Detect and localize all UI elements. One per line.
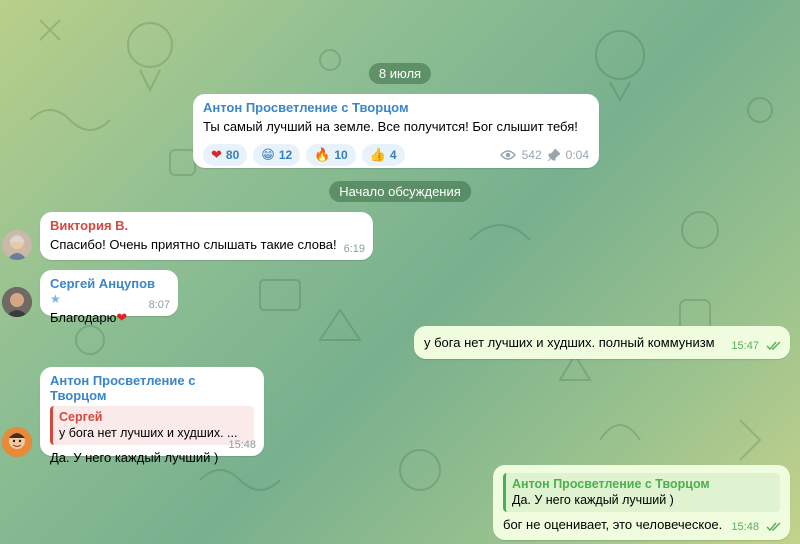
message-text: Спасибо! Очень приятно слышать такие сло… xyxy=(50,237,337,252)
sender-name: Сергей Анцупов xyxy=(50,276,156,291)
avatar-sergey[interactable] xyxy=(2,287,32,317)
post-time: 0:04 xyxy=(565,148,589,162)
message-text: Благодарю❤ xyxy=(50,309,168,327)
reaction-count: 12 xyxy=(278,148,293,162)
channel-post-text: Ты самый лучший на земле. Все получится!… xyxy=(203,119,578,134)
avatar-viktoria[interactable] xyxy=(2,230,32,260)
thumbs-up-emoji-icon: 👍 xyxy=(369,147,386,162)
channel-post[interactable]: Антон Просветление с Творцом Ты самый лу… xyxy=(193,94,599,168)
message-sergey[interactable]: Сергей Анцупов ★ Благодарю❤ 8:07 xyxy=(40,270,178,325)
message-time: 15:47 xyxy=(731,340,782,352)
reply-quote[interactable]: Антон Просветление с Творцом Да. У него … xyxy=(503,473,780,512)
message-text: у бога нет лучших и худших. полный комму… xyxy=(424,335,715,350)
date-separator: 8 июля xyxy=(368,63,432,84)
double-check-icon xyxy=(766,341,781,351)
message-viktoria[interactable]: Виктория В. Спасибо! Очень приятно слыша… xyxy=(40,212,373,260)
reply-sender: Антон Просветление с Творцом xyxy=(512,477,710,491)
message-text-content: Благодарю xyxy=(50,310,117,325)
discussion-start-separator: Начало обсуждения xyxy=(329,181,471,202)
reaction-count: 10 xyxy=(334,148,348,162)
message-time: 8:07 xyxy=(148,299,170,311)
time-text: 15:47 xyxy=(731,340,759,352)
reaction-count: 80 xyxy=(225,148,240,162)
eye-icon xyxy=(499,150,516,160)
message-sender[interactable]: Виктория В. xyxy=(50,218,363,233)
post-meta: 542 0:04 xyxy=(499,148,589,162)
views-count: 542 xyxy=(521,148,542,162)
message-time: 15:48 xyxy=(228,439,256,451)
channel-post-sender[interactable]: Антон Просветление с Творцом xyxy=(203,100,589,115)
heart-emoji-icon: ❤ xyxy=(116,310,128,325)
reaction-thumbs-up[interactable]: 👍 4 xyxy=(361,144,405,166)
reply-text: Да. У него каждый лучший ) xyxy=(512,493,674,507)
message-text: Да. У него каждый лучший ) xyxy=(50,450,219,465)
outgoing-message-reply[interactable]: Антон Просветление с Творцом Да. У него … xyxy=(493,465,790,540)
reaction-count: 4 xyxy=(389,148,397,162)
double-check-icon xyxy=(766,522,781,532)
reply-text: у бога нет лучших и худших. ... xyxy=(59,426,238,440)
outgoing-message[interactable]: у бога нет лучших и худших. полный комму… xyxy=(414,326,790,359)
time-text: 15:48 xyxy=(731,521,759,533)
message-time: 6:19 xyxy=(343,243,365,255)
reaction-fire[interactable]: 🔥 10 xyxy=(306,144,356,166)
reaction-grin[interactable]: 😁 12 xyxy=(253,144,301,166)
fire-emoji-icon: 🔥 xyxy=(314,147,331,162)
message-time: 15:48 xyxy=(731,521,782,533)
heart-emoji-icon: ❤ xyxy=(211,147,222,162)
pin-icon xyxy=(547,149,560,161)
reply-quote[interactable]: Сергей у бога нет лучших и худших. ... xyxy=(50,406,254,445)
message-anton-reply[interactable]: Антон Просветление с Творцом Сергей у бо… xyxy=(40,367,264,465)
message-sender[interactable]: Антон Просветление с Творцом xyxy=(50,373,254,403)
reply-sender: Сергей xyxy=(59,410,103,424)
avatar-anton[interactable] xyxy=(2,427,32,457)
reaction-heart[interactable]: ❤ 80 xyxy=(203,144,248,166)
premium-star-icon: ★ xyxy=(50,292,61,306)
grin-emoji-icon: 😁 xyxy=(261,147,275,162)
